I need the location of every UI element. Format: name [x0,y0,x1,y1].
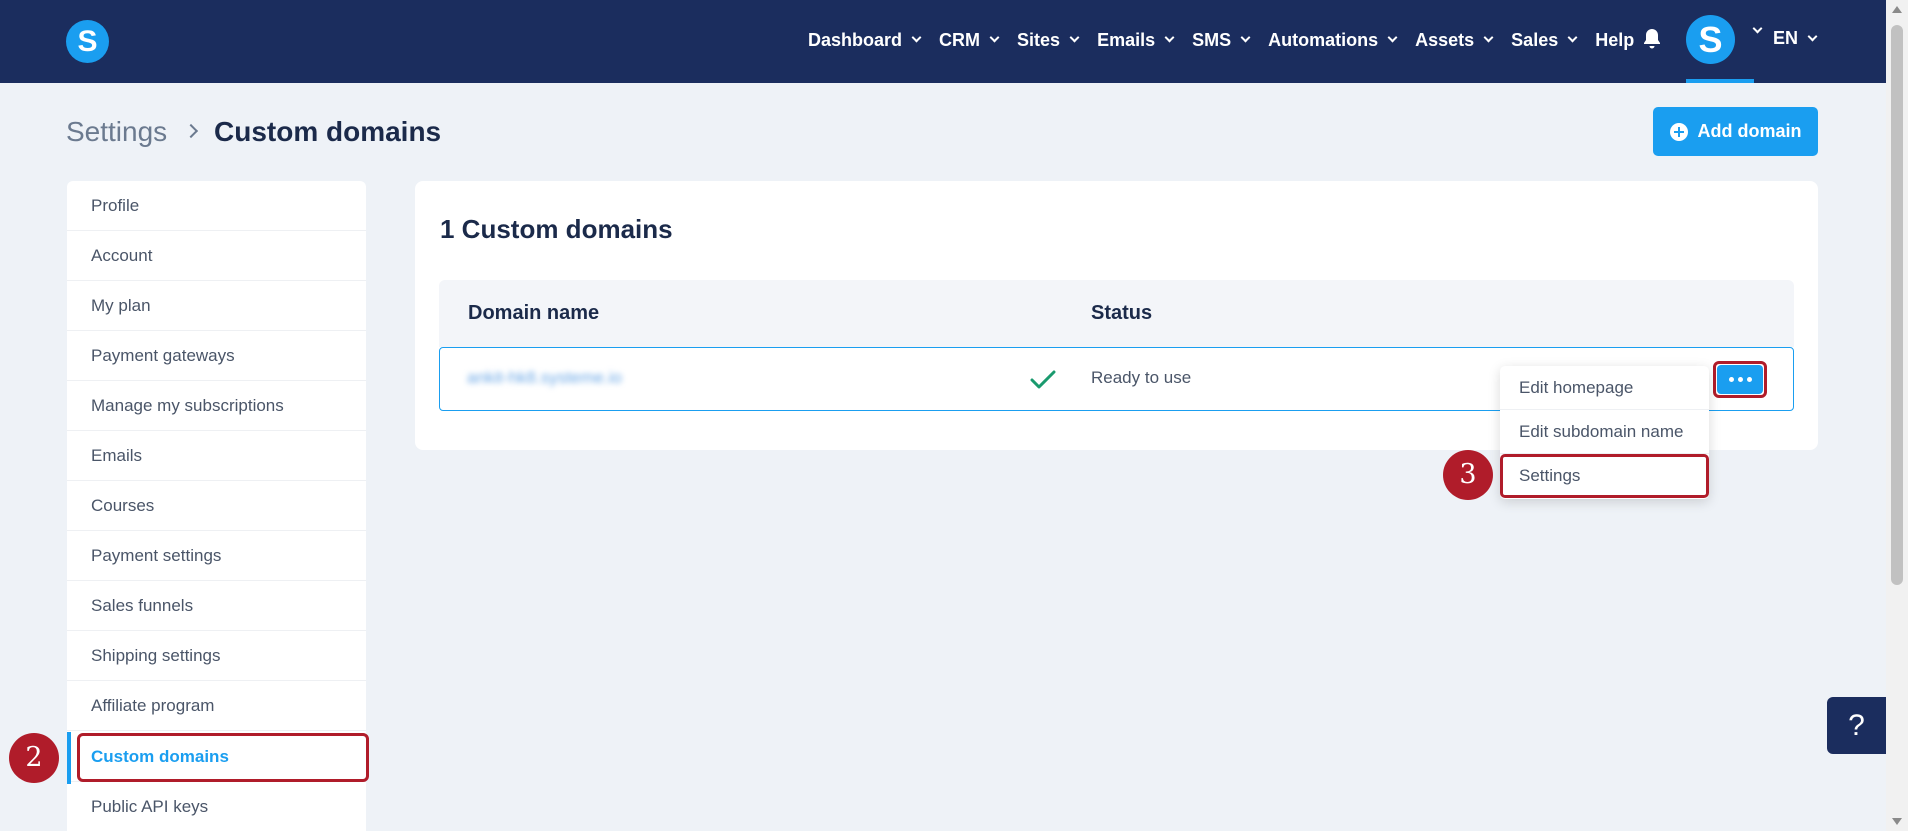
menu-item-edit-homepage[interactable]: Edit homepage [1500,366,1709,410]
sidebar-item-payment-settings[interactable]: Payment settings [67,531,366,581]
chevron-down-icon [1240,32,1251,43]
sidebar-item-profile[interactable]: Profile [67,181,366,231]
nav-automations[interactable]: Automations [1268,29,1398,51]
sidebar-active-indicator [67,732,71,784]
column-header-status: Status [1091,302,1153,324]
nav-sms[interactable]: SMS [1192,29,1251,51]
sidebar-item-affiliate-program[interactable]: Affiliate program [67,681,366,731]
sidebar-item-account[interactable]: Account [67,231,366,281]
highlight-box-actions-button [1713,361,1767,398]
nav-label: Dashboard [808,29,903,50]
add-domain-button[interactable]: Add domain [1653,107,1818,156]
nav-dashboard[interactable]: Dashboard [808,29,922,51]
nav-label: SMS [1192,29,1232,50]
chevron-down-icon [911,32,922,43]
nav-sites[interactable]: Sites [1017,29,1080,51]
help-widget-button[interactable]: ? [1827,697,1886,754]
nav-label: Help [1595,29,1635,50]
chevron-down-icon [1807,31,1818,41]
highlight-box-settings [1500,454,1709,498]
add-domain-label: Add domain [1697,121,1802,141]
nav-label: Emails [1097,29,1156,50]
step-badge-3: 3 [1443,450,1493,500]
user-menu[interactable]: S [1686,0,1754,83]
checkmark-icon [1030,370,1056,389]
scrollbar[interactable] [1886,0,1908,831]
chevron-down-icon [1387,32,1398,43]
sidebar-item-public-api-keys[interactable]: Public API keys [67,782,366,831]
sidebar-item-manage-subscriptions[interactable]: Manage my subscriptions [67,381,366,431]
nav-assets[interactable]: Assets [1415,29,1494,51]
plus-circle-icon [1669,122,1688,141]
sidebar-item-my-plan[interactable]: My plan [67,281,366,331]
avatar[interactable]: S [1686,15,1735,64]
chevron-down-icon [1069,32,1080,43]
page-title: Custom domains [214,116,442,147]
chevron-down-icon [1483,32,1494,43]
nav-label: Sites [1017,29,1061,50]
domain-name-cell[interactable]: ankit-hk8.systeme.io [467,368,622,388]
status-cell: Ready to use [1091,368,1192,387]
breadcrumb-settings-link[interactable]: Settings [66,116,167,148]
step-badge-2: 2 [9,733,59,783]
scroll-up-arrow-icon[interactable] [1892,6,1902,13]
chevron-down-icon [1164,32,1175,43]
nav-sales[interactable]: Sales [1511,29,1578,51]
sidebar-item-shipping-settings[interactable]: Shipping settings [67,631,366,681]
main-nav: Dashboard CRM Sites Emails SMS Automatio… [808,0,1653,80]
top-navbar: S Dashboard CRM Sites Emails SMS Automat… [0,0,1886,83]
highlight-box-custom-domains [77,733,369,782]
sidebar-item-sales-funnels[interactable]: Sales funnels [67,581,366,631]
avatar-active-indicator [1686,79,1754,83]
chevron-down-icon [989,32,1000,43]
nav-label: Automations [1268,29,1379,50]
sidebar-item-payment-gateways[interactable]: Payment gateways [67,331,366,381]
column-header-domain: Domain name [468,302,600,324]
nav-help[interactable]: Help [1595,30,1634,51]
bell-icon[interactable] [1642,28,1662,50]
sidebar-item-emails[interactable]: Emails [67,431,366,481]
scroll-thumb[interactable] [1891,25,1903,585]
nav-crm[interactable]: CRM [939,29,1000,51]
nav-label: CRM [939,29,981,50]
nav-label: Assets [1415,29,1475,50]
systeme-logo[interactable]: S [66,20,109,63]
sidebar-item-courses[interactable]: Courses [67,481,366,531]
chevron-right-icon [183,123,199,139]
chevron-down-icon [1567,32,1578,43]
menu-item-edit-subdomain[interactable]: Edit subdomain name [1500,410,1709,454]
scroll-down-arrow-icon[interactable] [1892,818,1902,825]
language-selector[interactable]: EN [1773,28,1818,49]
card-title: 1 Custom domains [440,214,673,244]
nav-label: Sales [1511,29,1559,50]
chevron-down-icon[interactable] [1752,23,1763,34]
language-label: EN [1773,28,1799,48]
nav-emails[interactable]: Emails [1097,29,1175,51]
